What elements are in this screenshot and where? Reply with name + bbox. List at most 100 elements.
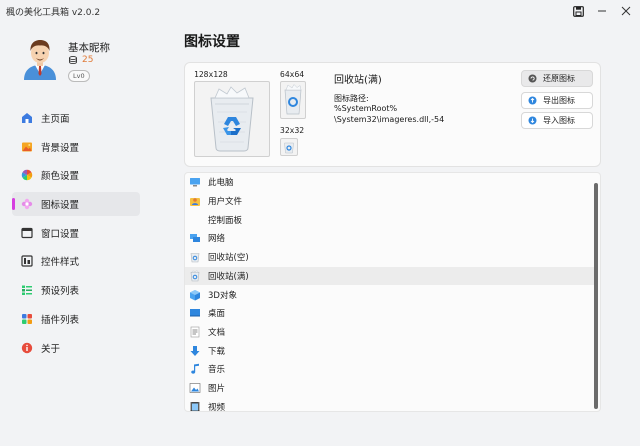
sidebar-nav: 主页面 背景设置 颜色设置 图标设置 窗口设置 控件样式 预设列表 插件列表 关… bbox=[12, 106, 140, 364]
list-item-label: 回收站(满) bbox=[208, 271, 249, 282]
save-button[interactable] bbox=[570, 3, 586, 19]
list-item-label: 下载 bbox=[208, 346, 226, 357]
export-icon-button[interactable]: 导出图标 bbox=[521, 92, 593, 109]
flower-icon bbox=[20, 197, 34, 211]
recycle-bin-full-icon bbox=[284, 142, 294, 154]
icon-path-line1: %SystemRoot% bbox=[334, 104, 398, 113]
list-item-label: 此电脑 bbox=[208, 178, 234, 189]
coin-count: 25 bbox=[82, 55, 94, 65]
sidebar-item-label: 窗口设置 bbox=[41, 228, 80, 240]
nickname: 基本昵称 bbox=[68, 42, 110, 54]
coin-balance: 25 bbox=[68, 55, 93, 65]
list-item[interactable]: 下载 bbox=[185, 341, 595, 360]
list-item-label: 网络 bbox=[208, 234, 226, 245]
sidebar: 基本昵称 25 Lv0 主页面 背景设置 颜色设置 图标设置 窗口设置 控件样式… bbox=[0, 22, 160, 446]
sidebar-item-label: 主页面 bbox=[41, 114, 70, 125]
sidebar-item-about[interactable]: 关于 bbox=[12, 336, 140, 360]
sidebar-item-label: 图标设置 bbox=[41, 200, 80, 212]
icon-name: 回收站(满) bbox=[334, 75, 382, 86]
list-item-label: 控制面板 bbox=[208, 215, 243, 226]
list-item[interactable]: 视频 bbox=[185, 397, 595, 412]
list-item[interactable]: 文档 bbox=[185, 323, 595, 342]
image-icon bbox=[20, 140, 34, 154]
sidebar-item-icon-settings[interactable]: 图标设置 bbox=[12, 192, 140, 217]
avatar[interactable] bbox=[18, 36, 62, 80]
window-controls bbox=[570, 3, 634, 19]
import-label: 导入图标 bbox=[543, 116, 575, 125]
documents-icon bbox=[188, 325, 202, 339]
preview-medium bbox=[280, 81, 306, 119]
pictures-icon bbox=[188, 381, 202, 395]
sidebar-item-window[interactable]: 窗口设置 bbox=[12, 221, 140, 245]
desktop-icon bbox=[188, 306, 202, 320]
download-icon bbox=[188, 344, 202, 358]
list-scrollbar[interactable] bbox=[594, 183, 598, 409]
videos-icon bbox=[188, 400, 202, 411]
list-item[interactable]: 此电脑 bbox=[185, 173, 595, 192]
sidebar-item-home[interactable]: 主页面 bbox=[12, 106, 140, 130]
close-button[interactable] bbox=[618, 3, 634, 19]
list-item-label: 视频 bbox=[208, 402, 226, 412]
sidebar-item-color[interactable]: 颜色设置 bbox=[12, 163, 140, 187]
controls-icon bbox=[20, 254, 34, 268]
recycle-bin-full-icon bbox=[210, 86, 254, 152]
sidebar-item-label: 控件样式 bbox=[41, 257, 80, 269]
page-title: 图标设置 bbox=[184, 34, 240, 50]
minimize-button[interactable] bbox=[594, 3, 610, 19]
plugin-grid-icon bbox=[20, 312, 34, 326]
sidebar-item-controls[interactable]: 控件样式 bbox=[12, 249, 140, 273]
sidebar-item-presets[interactable]: 预设列表 bbox=[12, 278, 140, 302]
color-wheel-icon bbox=[20, 168, 34, 182]
list-item-label: 文档 bbox=[208, 327, 226, 338]
import-icon-button[interactable]: 导入图标 bbox=[521, 112, 593, 129]
preset-list-icon bbox=[20, 283, 34, 297]
restore-icon-button[interactable]: 还原图标 bbox=[521, 70, 593, 87]
user-folder-icon bbox=[188, 194, 202, 208]
size-label-small: 32x32 bbox=[280, 126, 305, 135]
close-icon bbox=[621, 6, 631, 16]
sidebar-item-background[interactable]: 背景设置 bbox=[12, 135, 140, 159]
sidebar-item-label: 背景设置 bbox=[41, 142, 80, 154]
list-item[interactable]: 网络 bbox=[185, 229, 595, 248]
list-item-label: 回收站(空) bbox=[208, 253, 249, 264]
list-item[interactable]: 回收站(空) bbox=[185, 248, 595, 267]
list-item[interactable]: 桌面 bbox=[185, 304, 595, 323]
restore-icon bbox=[528, 74, 537, 83]
recycle-bin-full-icon bbox=[188, 269, 202, 283]
app-title: 楓の美化工具箱 v2.0.2 bbox=[6, 7, 101, 18]
music-icon bbox=[188, 362, 202, 376]
size-label-large: 128x128 bbox=[194, 70, 228, 79]
list-item[interactable]: 用户文件 bbox=[185, 192, 595, 211]
control-panel-icon bbox=[188, 213, 202, 227]
list-item-label: 3D对象 bbox=[208, 290, 237, 301]
sidebar-item-plugins[interactable]: 插件列表 bbox=[12, 307, 140, 331]
network-icon bbox=[188, 231, 202, 245]
sidebar-item-label: 颜色设置 bbox=[41, 171, 80, 183]
size-label-medium: 64x64 bbox=[280, 70, 305, 79]
sidebar-item-label: 插件列表 bbox=[41, 314, 80, 326]
coin-icon bbox=[69, 55, 77, 65]
icon-preview-card: 128x128 64x64 32x32 回收站(满) 图标路径: %System… bbox=[184, 62, 601, 167]
list-item-label: 用户文件 bbox=[208, 197, 243, 208]
list-item-label: 音乐 bbox=[208, 365, 226, 376]
3d-objects-icon bbox=[188, 288, 202, 302]
restore-label: 还原图标 bbox=[543, 74, 575, 83]
list-item[interactable]: 回收站(满) bbox=[185, 266, 595, 286]
computer-icon bbox=[188, 175, 202, 189]
save-icon bbox=[572, 5, 584, 17]
sidebar-item-label: 预设列表 bbox=[41, 286, 80, 298]
list-item[interactable]: 3D对象 bbox=[185, 285, 595, 304]
window-icon bbox=[20, 226, 34, 240]
list-item[interactable]: 图片 bbox=[185, 379, 595, 398]
list-item[interactable]: 控制面板 bbox=[185, 210, 595, 229]
sidebar-item-label: 关于 bbox=[41, 343, 61, 355]
recycle-bin-empty-icon bbox=[188, 250, 202, 264]
minimize-icon bbox=[598, 10, 606, 12]
export-label: 导出图标 bbox=[543, 96, 575, 105]
system-icon-list[interactable]: 此电脑 用户文件 控制面板 网络 回收站(空) 回收站(满) 3D对象 桌面 文… bbox=[184, 172, 601, 412]
recycle-bin-full-icon bbox=[284, 84, 302, 115]
user-profile: 基本昵称 25 Lv0 bbox=[18, 36, 158, 100]
preview-large bbox=[194, 81, 270, 157]
list-item[interactable]: 音乐 bbox=[185, 360, 595, 379]
export-icon bbox=[528, 96, 537, 105]
